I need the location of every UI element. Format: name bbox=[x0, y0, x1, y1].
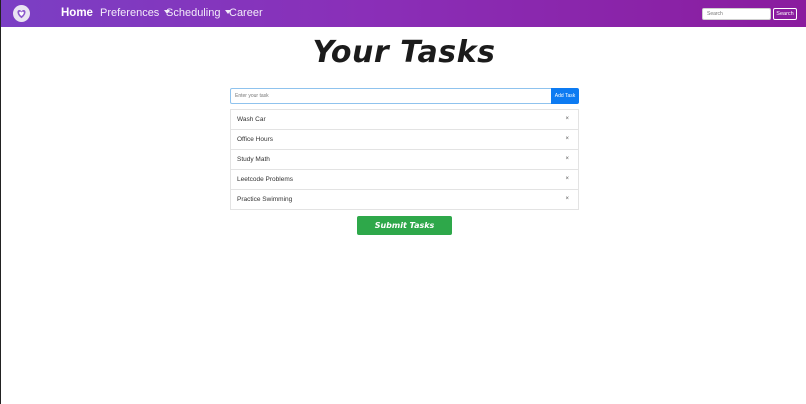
nav-scheduling-dropdown[interactable]: Scheduling bbox=[166, 7, 232, 20]
task-label: Study Math bbox=[237, 156, 270, 163]
task-input-placeholder: Enter your task bbox=[235, 93, 269, 99]
task-label: Wash Car bbox=[237, 116, 266, 123]
task-item[interactable]: Study Math × bbox=[230, 150, 579, 170]
task-item[interactable]: Office Hours × bbox=[230, 130, 579, 150]
nav-career-label: Career bbox=[229, 7, 263, 19]
task-label: Practice Swimming bbox=[237, 196, 293, 203]
page: Home Preferences Scheduling Career Searc… bbox=[0, 0, 806, 404]
add-task-button[interactable]: Add Task bbox=[551, 88, 579, 104]
task-label: Office Hours bbox=[237, 136, 274, 143]
nav-preferences-label: Preferences bbox=[100, 7, 160, 19]
close-icon[interactable]: × bbox=[565, 170, 569, 189]
page-title: Your Tasks bbox=[312, 35, 496, 70]
task-item[interactable]: Leetcode Problems × bbox=[230, 170, 579, 190]
task-input[interactable]: Enter your task bbox=[230, 88, 552, 104]
task-label: Leetcode Problems bbox=[237, 176, 294, 183]
add-task-button-label: Add Task bbox=[554, 93, 576, 99]
search-button-label: Search bbox=[776, 11, 794, 17]
task-list: Wash Car × Office Hours × Study Math × L… bbox=[230, 109, 579, 210]
close-icon[interactable]: × bbox=[565, 110, 569, 129]
nav-career[interactable]: Career bbox=[229, 7, 263, 20]
nav-scheduling-label: Scheduling bbox=[166, 7, 221, 19]
search-placeholder: Search bbox=[707, 11, 723, 17]
heart-logo-icon[interactable] bbox=[13, 5, 30, 22]
search-input[interactable]: Search bbox=[702, 8, 771, 20]
navbar: Home Preferences Scheduling Career Searc… bbox=[1, 0, 806, 27]
submit-tasks-button-label: Submit Tasks bbox=[374, 221, 435, 230]
task-item[interactable]: Wash Car × bbox=[230, 109, 579, 130]
nav-home[interactable]: Home bbox=[61, 7, 93, 20]
nav-home-label: Home bbox=[61, 7, 93, 19]
submit-tasks-button[interactable]: Submit Tasks bbox=[357, 216, 452, 235]
close-icon[interactable]: × bbox=[565, 150, 569, 169]
search-button[interactable]: Search bbox=[773, 8, 797, 20]
close-icon[interactable]: × bbox=[565, 190, 569, 209]
task-item[interactable]: Practice Swimming × bbox=[230, 190, 579, 210]
nav-preferences-dropdown[interactable]: Preferences bbox=[100, 7, 171, 20]
close-icon[interactable]: × bbox=[565, 130, 569, 149]
